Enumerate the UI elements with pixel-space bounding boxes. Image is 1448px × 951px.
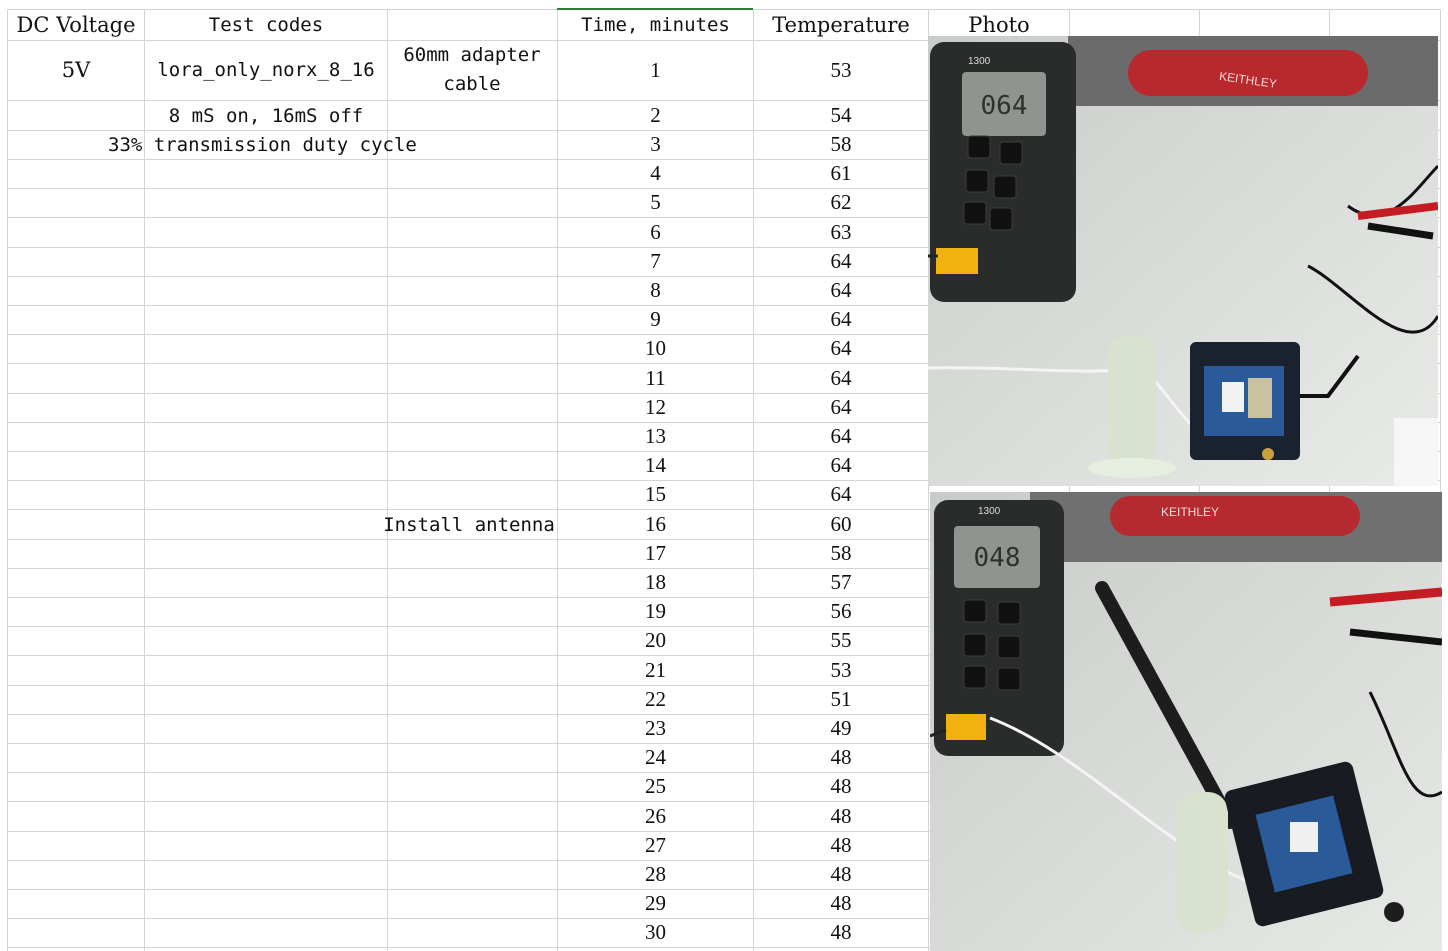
time-cell[interactable]: 1	[558, 41, 753, 100]
header-test-codes[interactable]: Test codes	[145, 10, 387, 40]
temperature-cell[interactable]: 63	[754, 218, 928, 247]
header-time-minutes[interactable]: Time, minutes	[558, 10, 753, 40]
timing-note[interactable]: 8 mS on, 16mS off	[145, 102, 387, 130]
temperature-cell[interactable]: 48	[754, 772, 928, 801]
time-cell[interactable]: 6	[558, 218, 753, 247]
time-cell[interactable]: 24	[558, 743, 753, 772]
temperature-cell[interactable]: 48	[754, 743, 928, 772]
time-cell[interactable]: 5	[558, 188, 753, 217]
instrument-handle	[1110, 496, 1360, 536]
time-cell[interactable]: 12	[558, 393, 753, 422]
time-cell[interactable]: 18	[558, 568, 753, 597]
temperature-cell[interactable]: 57	[754, 568, 928, 597]
header-dc-voltage[interactable]: DC Voltage	[8, 10, 144, 40]
temperature-cell[interactable]: 64	[754, 393, 928, 422]
time-cell[interactable]: 13	[558, 422, 753, 451]
thermocouple-plug	[936, 248, 978, 274]
temperature-cell[interactable]: 64	[754, 364, 928, 393]
temperature-cell[interactable]: 64	[754, 451, 928, 480]
install-antenna-note[interactable]: Install antenna	[380, 511, 558, 540]
meter-reading: 064	[981, 91, 1028, 121]
temperature-cell[interactable]: 64	[754, 422, 928, 451]
model-label: 1300	[968, 56, 991, 67]
time-cell[interactable]: 27	[558, 831, 753, 860]
time-cell[interactable]: 14	[558, 451, 753, 480]
temperature-cell[interactable]: 62	[754, 188, 928, 217]
photo-after-antenna[interactable]: KEITHLEY 048 1300	[930, 492, 1442, 951]
time-cell[interactable]: 9	[558, 305, 753, 334]
duty-cycle-note[interactable]: 33% transmission duty cycle	[108, 131, 438, 160]
header-temperature[interactable]: Temperature	[754, 10, 928, 40]
temperature-cell[interactable]: 64	[754, 480, 928, 509]
temperature-cell[interactable]: 48	[754, 802, 928, 831]
photo-before-antenna[interactable]: KEITHLEY 064 1300	[928, 36, 1438, 486]
time-cell[interactable]: 19	[558, 597, 753, 626]
meter-reading: 048	[974, 543, 1021, 573]
temperature-cell[interactable]: 60	[754, 510, 928, 539]
time-cell[interactable]: 7	[558, 247, 753, 276]
time-cell[interactable]: 15	[558, 480, 753, 509]
test-tube	[1176, 792, 1228, 932]
voltage-value[interactable]: 5V	[8, 41, 144, 99]
time-cell[interactable]: 26	[558, 802, 753, 831]
time-cell[interactable]: 17	[558, 539, 753, 568]
time-cell[interactable]: 16	[558, 510, 753, 539]
temperature-cell[interactable]: 49	[754, 714, 928, 743]
temperature-cell[interactable]: 54	[754, 101, 928, 130]
test-code-value[interactable]: lora_only_norx_8_16	[145, 41, 387, 99]
cable-note[interactable]: 60mm adapter cable	[392, 41, 552, 99]
temperature-cell[interactable]: 64	[754, 247, 928, 276]
temperature-cell[interactable]: 51	[754, 685, 928, 714]
grid-line	[7, 9, 8, 951]
temperature-cell[interactable]: 64	[754, 334, 928, 363]
time-cell[interactable]: 3	[558, 130, 753, 159]
time-cell[interactable]: 2	[558, 101, 753, 130]
temperature-cell[interactable]: 53	[754, 656, 928, 685]
temperature-cell[interactable]: 48	[754, 889, 928, 918]
temperature-cell[interactable]: 48	[754, 860, 928, 889]
time-cell[interactable]: 20	[558, 626, 753, 655]
temperature-cell[interactable]: 58	[754, 130, 928, 159]
time-cell[interactable]: 30	[558, 918, 753, 947]
temperature-cell[interactable]: 56	[754, 597, 928, 626]
thermometer-photo-1: KEITHLEY 064 1300	[928, 36, 1438, 486]
time-cell[interactable]: 25	[558, 772, 753, 801]
thermocouple-plug	[946, 714, 986, 740]
time-cell[interactable]: 29	[558, 889, 753, 918]
time-cell[interactable]: 23	[558, 714, 753, 743]
time-cell[interactable]: 11	[558, 364, 753, 393]
temperature-cell[interactable]: 64	[754, 276, 928, 305]
temperature-cell[interactable]: 55	[754, 626, 928, 655]
time-cell[interactable]: 8	[558, 276, 753, 305]
model-label: 1300	[978, 506, 1001, 517]
time-cell[interactable]: 4	[558, 159, 753, 188]
temperature-cell[interactable]: 48	[754, 918, 928, 947]
temperature-cell[interactable]: 48	[754, 831, 928, 860]
temperature-cell[interactable]: 58	[754, 539, 928, 568]
temperature-cell[interactable]: 64	[754, 305, 928, 334]
test-tube	[1108, 336, 1156, 466]
temperature-cell[interactable]: 53	[754, 41, 928, 100]
temperature-cell[interactable]: 61	[754, 159, 928, 188]
thermometer-photo-2: KEITHLEY 048 1300	[930, 492, 1442, 951]
time-cell[interactable]: 22	[558, 685, 753, 714]
time-cell[interactable]: 28	[558, 860, 753, 889]
brand-label: KEITHLEY	[1161, 505, 1219, 519]
time-cell[interactable]: 21	[558, 656, 753, 685]
time-cell[interactable]: 10	[558, 334, 753, 363]
